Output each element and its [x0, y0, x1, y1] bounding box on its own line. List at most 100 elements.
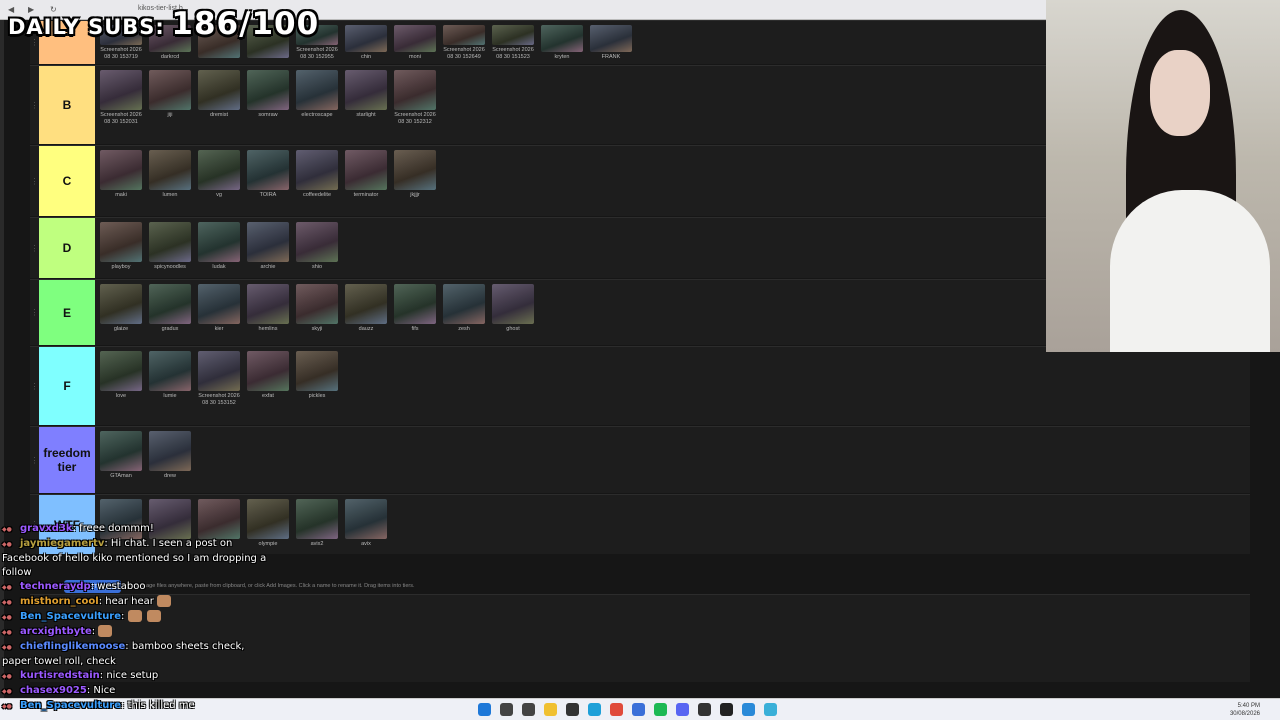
tier-item[interactable]: ludak — [198, 222, 240, 274]
setup-thumbnail[interactable] — [247, 70, 289, 110]
item-caption[interactable]: kryten — [555, 54, 570, 61]
setup-thumbnail[interactable] — [149, 351, 191, 391]
setup-thumbnail[interactable] — [296, 499, 338, 539]
item-caption[interactable]: spicynoodles — [154, 264, 186, 271]
tier-item[interactable]: dauzz — [345, 284, 387, 341]
setup-thumbnail[interactable] — [100, 70, 142, 110]
setup-thumbnail[interactable] — [198, 150, 240, 190]
file-explorer-icon[interactable] — [544, 703, 557, 716]
setup-thumbnail[interactable] — [345, 25, 387, 52]
item-caption[interactable]: shio — [312, 264, 322, 271]
item-caption[interactable]: Screenshot 2026 08 30 152955 — [296, 47, 338, 60]
item-caption[interactable]: dauzz — [359, 326, 374, 333]
tier-label[interactable]: F — [39, 347, 95, 425]
windows-start-icon[interactable] — [478, 703, 491, 716]
setup-thumbnail[interactable] — [247, 222, 289, 262]
spotify-icon[interactable] — [654, 703, 667, 716]
drag-handle-icon[interactable]: ⋮ — [30, 427, 39, 493]
setup-thumbnail[interactable] — [590, 25, 632, 52]
setup-thumbnail[interactable] — [149, 284, 191, 324]
item-caption[interactable]: moni — [409, 54, 421, 61]
tier-item[interactable]: zesh — [443, 284, 485, 341]
tier-item[interactable]: FRANK — [590, 25, 632, 60]
setup-thumbnail[interactable] — [345, 284, 387, 324]
tier-item[interactable]: Screenshot 2026 08 30 152312 — [394, 70, 436, 140]
item-caption[interactable]: lumie — [163, 393, 176, 400]
app3-icon[interactable] — [742, 703, 755, 716]
item-caption[interactable]: drew — [164, 473, 176, 480]
item-caption[interactable]: darkrcd — [161, 54, 179, 61]
tier-item[interactable]: moni — [394, 25, 436, 60]
chat-username[interactable]: techneraydp — [20, 581, 91, 592]
item-caption[interactable]: Screenshot 2026 08 30 152649 — [443, 47, 485, 60]
setup-thumbnail[interactable] — [394, 70, 436, 110]
setup-thumbnail[interactable] — [443, 25, 485, 45]
tier-item[interactable]: playboy — [100, 222, 142, 274]
tier-item[interactable]: chin — [345, 25, 387, 60]
tier-item[interactable]: avix — [345, 499, 387, 550]
item-caption[interactable]: exfat — [262, 393, 274, 400]
item-caption[interactable]: ludak — [212, 264, 225, 271]
item-caption[interactable]: Screenshot 2026 08 30 151523 — [492, 47, 534, 60]
tier-item[interactable]: vg — [198, 150, 240, 212]
chat-username[interactable]: chieflinglikemoose — [20, 641, 125, 652]
item-caption[interactable]: coffeedelite — [303, 192, 331, 199]
search-icon[interactable] — [500, 703, 513, 716]
taskbar-clock[interactable]: 5:40 PM 30/08/2026 — [1230, 702, 1260, 718]
item-caption[interactable]: terminator — [354, 192, 379, 199]
tier-item[interactable]: hemlins — [247, 284, 289, 341]
setup-thumbnail[interactable] — [345, 150, 387, 190]
discord-icon[interactable] — [676, 703, 689, 716]
tier-item[interactable]: lumie — [149, 351, 191, 421]
app4-icon[interactable] — [764, 703, 777, 716]
setup-thumbnail[interactable] — [100, 222, 142, 262]
tier-item[interactable]: maki — [100, 150, 142, 212]
setup-thumbnail[interactable] — [345, 499, 387, 539]
item-caption[interactable]: fifs — [411, 326, 418, 333]
tier-item[interactable]: love — [100, 351, 142, 421]
tier-item[interactable]: glaize — [100, 284, 142, 341]
item-caption[interactable]: lumen — [163, 192, 178, 199]
tier-item[interactable]: Screenshot 2026 08 30 152031 — [100, 70, 142, 140]
tier-item[interactable]: shio — [296, 222, 338, 274]
setup-thumbnail[interactable] — [198, 284, 240, 324]
tier-label[interactable]: D — [39, 218, 95, 278]
item-caption[interactable]: kier — [215, 326, 224, 333]
setup-thumbnail[interactable] — [198, 70, 240, 110]
item-caption[interactable]: somraw — [258, 112, 277, 119]
setup-thumbnail[interactable] — [149, 70, 191, 110]
setup-thumbnail[interactable] — [100, 150, 142, 190]
tier-item[interactable]: TOIRA — [247, 150, 289, 212]
tier-item[interactable]: fifs — [394, 284, 436, 341]
setup-thumbnail[interactable] — [247, 351, 289, 391]
item-caption[interactable]: pickles — [309, 393, 326, 400]
chrome-icon[interactable] — [610, 703, 623, 716]
item-caption[interactable]: archie — [261, 264, 276, 271]
tier-item[interactable]: exfat — [247, 351, 289, 421]
item-caption[interactable]: playboy — [112, 264, 131, 271]
chat-username[interactable]: jaymiegamertv — [20, 538, 104, 549]
item-caption[interactable]: maki — [115, 192, 127, 199]
setup-thumbnail[interactable] — [149, 222, 191, 262]
drag-handle-icon[interactable]: ⋮ — [30, 347, 39, 425]
app2-icon[interactable] — [720, 703, 733, 716]
chat-username[interactable]: gravxd3k — [20, 523, 73, 534]
tier-label[interactable]: E — [39, 280, 95, 345]
tier-item[interactable]: archie — [247, 222, 289, 274]
item-caption[interactable]: starlight — [356, 112, 375, 119]
chat-username[interactable]: arcxightbyte — [20, 626, 92, 637]
setup-thumbnail[interactable] — [492, 25, 534, 45]
edge-icon[interactable] — [588, 703, 601, 716]
item-caption[interactable]: jkjjjr — [410, 192, 419, 199]
tier-item[interactable]: Screenshot 2026 08 30 153152 — [198, 351, 240, 421]
tier-item[interactable]: starlight — [345, 70, 387, 140]
tier-label[interactable]: C — [39, 146, 95, 216]
tier-label[interactable]: freedom tier — [39, 427, 95, 493]
setup-thumbnail[interactable] — [198, 222, 240, 262]
item-caption[interactable]: Screenshot 2026 08 30 153152 — [198, 393, 240, 406]
obs-icon[interactable] — [566, 703, 579, 716]
tier-item[interactable]: pickles — [296, 351, 338, 421]
tier-item[interactable]: kryten — [541, 25, 583, 60]
chat-username[interactable]: kurtisredstain — [20, 670, 100, 681]
item-caption[interactable]: GTAman — [110, 473, 132, 480]
